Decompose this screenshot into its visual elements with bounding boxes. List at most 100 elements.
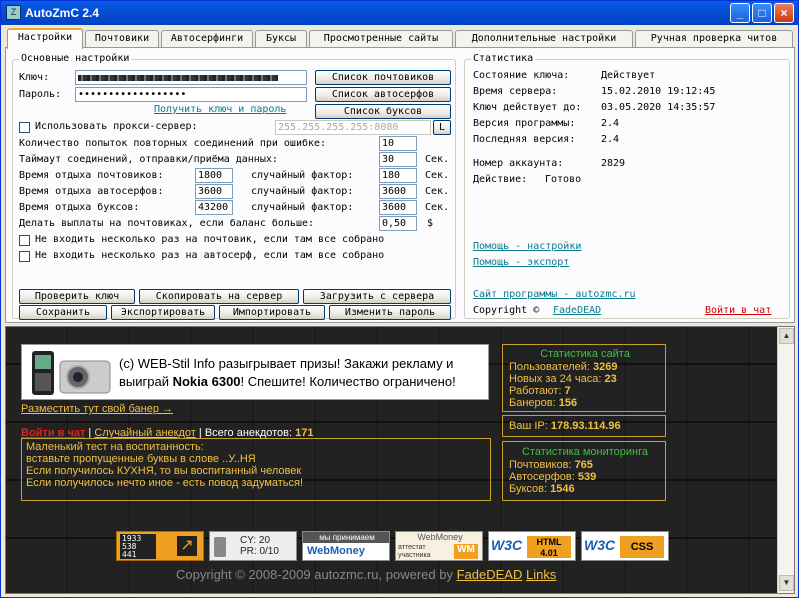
- last-version-label: Последняя версия:: [473, 134, 576, 145]
- retries-input[interactable]: 10: [379, 136, 417, 151]
- program-site-link[interactable]: Сайт программы - autozmc.ru: [473, 289, 636, 300]
- mail-rest-input[interactable]: 1800: [195, 168, 233, 183]
- surf-random-input[interactable]: 3600: [379, 184, 417, 199]
- tab-extra-settings[interactable]: Дополнительные настройки: [455, 30, 633, 48]
- help-export-link[interactable]: Помощь - экспорт: [473, 257, 569, 268]
- key-input[interactable]: [75, 70, 307, 85]
- vertical-scrollbar[interactable]: ▲ ▼: [777, 327, 794, 593]
- mon-surf-stat: Автосерфов: 539: [509, 471, 596, 483]
- ip-value: 178.93.114.96: [550, 420, 621, 432]
- mon-surf-value: 539: [577, 471, 597, 483]
- tab-visited-sites[interactable]: Просмотренные сайты: [309, 30, 453, 48]
- maximize-button[interactable]: □: [752, 3, 772, 23]
- account-label: Номер аккаунта:: [473, 158, 564, 169]
- joke-line: Маленький тест на воспитанность:: [26, 441, 204, 453]
- webmoney-accept-badge[interactable]: мы принимаем WebMoney: [302, 531, 390, 561]
- banner-prize: Nokia 6300: [172, 374, 241, 389]
- mail-random-label: случайный фактор:: [251, 170, 354, 181]
- mon-mail-stat: Почтовиков: 765: [509, 459, 593, 471]
- title-bar[interactable]: Z AutoZmC 2.4 _ □ ×: [1, 1, 798, 25]
- tab-settings[interactable]: Настройки: [7, 28, 83, 49]
- no-repeat-surf-label: Не входить несколько раз на автосерф, ес…: [35, 250, 385, 261]
- footer-links-link[interactable]: Links: [526, 567, 556, 582]
- bux-random-input[interactable]: 3600: [379, 200, 417, 215]
- bux-list-button[interactable]: Список буксов: [315, 104, 451, 119]
- action-label: Действие:: [473, 174, 528, 185]
- get-key-link[interactable]: Получить ключ и пароль: [154, 104, 286, 115]
- no-repeat-mail-checkbox[interactable]: [19, 235, 30, 246]
- payout-unit: $: [427, 218, 434, 229]
- cy-pr-badge[interactable]: CY: 20 PR: 0/10: [209, 531, 297, 561]
- chat-link[interactable]: Войти в чат: [705, 305, 771, 316]
- timeout-input[interactable]: 30: [379, 152, 417, 167]
- mailers-list-button[interactable]: Список почтовиков: [315, 70, 451, 85]
- copy-to-server-button[interactable]: Скопировать на сервер: [139, 289, 299, 304]
- monitoring-stats-box: Статистика мониторинга Почтовиков: 765 А…: [502, 441, 666, 501]
- timeout-unit: Сек.: [425, 154, 450, 165]
- bux-rest-input[interactable]: 43200: [195, 200, 233, 215]
- no-repeat-surf-checkbox[interactable]: [19, 251, 30, 262]
- users-value: 3269: [593, 361, 618, 373]
- tab-manual-cheat-check[interactable]: Ручная проверка читов: [635, 30, 793, 48]
- author-link[interactable]: FadeDEAD: [553, 305, 601, 316]
- import-button[interactable]: Импортировать: [219, 305, 325, 320]
- ip-box: Ваш IP: 178.93.114.96: [502, 415, 666, 437]
- ip-stat: Ваш IP: 178.93.114.96: [509, 420, 621, 432]
- export-button[interactable]: Экспортировать: [111, 305, 215, 320]
- counter-line: 441: [122, 550, 137, 559]
- working-label: Работают:: [509, 385, 562, 397]
- users-label: Пользователей:: [509, 361, 590, 373]
- save-button[interactable]: Сохранить: [19, 305, 107, 320]
- load-from-server-button[interactable]: Загрузить с сервера: [303, 289, 451, 304]
- scroll-up-icon[interactable]: ▲: [779, 328, 794, 344]
- mon-bux-stat: Буксов: 1546: [509, 483, 575, 495]
- mon-bux-label: Буксов:: [509, 483, 548, 495]
- mail-random-input[interactable]: 180: [379, 168, 417, 183]
- place-banner-link[interactable]: Разместить тут свой банер →: [21, 403, 173, 415]
- proxy-checkbox[interactable]: [19, 122, 30, 133]
- close-button[interactable]: ×: [774, 3, 794, 23]
- footer-author-link[interactable]: FadeDEAD: [457, 567, 523, 582]
- autosurf-list-button[interactable]: Список автосерфов: [315, 87, 451, 102]
- settings-panel: Основные настройки Ключ: Пароль: •••••••…: [5, 47, 795, 323]
- help-settings-link[interactable]: Помощь - настройки: [473, 241, 581, 252]
- surf-random-unit: Сек.: [425, 186, 450, 197]
- minimize-button[interactable]: _: [730, 3, 750, 23]
- password-label: Пароль:: [19, 89, 62, 100]
- change-password-button[interactable]: Изменить пароль: [329, 305, 451, 320]
- surf-rest-label: Время отдыха автосерфов:: [19, 186, 164, 197]
- server-time-value: 15.02.2010 19:12:45: [601, 86, 716, 97]
- cy-pr-text: CY: 20 PR: 0/10: [240, 535, 279, 557]
- joke-box: Маленький тест на воспитанность: вставьт…: [21, 438, 491, 501]
- surf-rest-input[interactable]: 3600: [195, 184, 233, 199]
- redacted-key: [78, 75, 278, 81]
- password-input[interactable]: ••••••••••••••••••: [75, 87, 307, 102]
- w3c-html-badge[interactable]: W3C HTML 4.01: [488, 531, 576, 561]
- w3c-css-badge[interactable]: W3C CSS: [581, 531, 669, 561]
- webmoney-attestat-badge[interactable]: WebMoney аттестат участника WM: [395, 531, 483, 561]
- tab-mailers[interactable]: Почтовики: [85, 30, 159, 48]
- promo-banner[interactable]: (c) WEB-Stil Info разыгрывает призы! Зак…: [21, 344, 489, 400]
- counter-badge[interactable]: 1933 538 441 ↗: [116, 531, 204, 561]
- site-stats-title: Статистика сайта: [540, 348, 630, 360]
- phone-camera-icon: [32, 351, 111, 395]
- wm-logo-icon: WM: [454, 544, 478, 559]
- scroll-down-icon[interactable]: ▼: [779, 575, 794, 591]
- proxy-list-button[interactable]: L: [433, 120, 451, 135]
- wm-accept-logo: WebMoney: [307, 545, 365, 557]
- key-label: Ключ:: [19, 72, 50, 83]
- mail-random-unit: Сек.: [425, 170, 450, 181]
- basic-settings-group: Основные настройки Ключ: Пароль: •••••••…: [12, 53, 456, 320]
- css-valid-label: CSS: [620, 536, 664, 558]
- working-value: 7: [564, 385, 571, 397]
- key-until-label: Ключ действует до:: [473, 102, 582, 113]
- proxy-input[interactable]: 255.255.255.255:8080: [275, 120, 431, 135]
- cy-value: CY: 20: [240, 535, 271, 546]
- tab-bux[interactable]: Буксы: [255, 30, 307, 48]
- phone-icon: [214, 537, 226, 557]
- tab-autosurf[interactable]: Автосерфинги: [161, 30, 253, 48]
- program-version-value: 2.4: [601, 118, 620, 129]
- check-key-button[interactable]: Проверить ключ: [19, 289, 135, 304]
- last-version-value: 2.4: [601, 134, 620, 145]
- payout-input[interactable]: 0,50: [379, 216, 417, 231]
